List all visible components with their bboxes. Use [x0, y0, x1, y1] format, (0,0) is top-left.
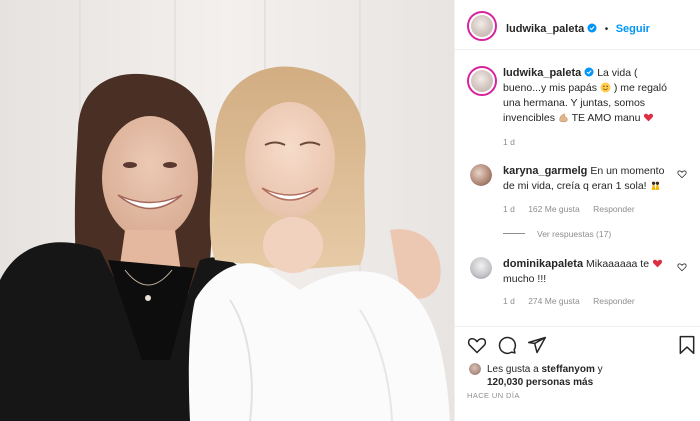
post-actions: Les gusta a steffanyom y 120,030 persona… — [455, 326, 700, 421]
likes-user[interactable]: steffanyom — [542, 364, 595, 375]
dancers-emoji-icon — [651, 181, 659, 190]
comment-username[interactable]: dominikapaleta — [503, 258, 583, 270]
heart-icon[interactable] — [467, 335, 487, 355]
comment-time[interactable]: 1 d — [503, 204, 515, 214]
reply-button[interactable]: Responder — [593, 296, 635, 306]
reply-button[interactable]: Responder — [593, 204, 635, 214]
likes-suffix: y — [597, 364, 603, 375]
likes-prefix: Les gusta a — [487, 364, 539, 375]
post-timestamp[interactable]: HACE UN DÍA — [467, 391, 520, 400]
comment-time[interactable]: 1 d — [503, 296, 515, 306]
avatar[interactable] — [467, 11, 497, 41]
likes-summary: Les gusta a steffanyom y 120,030 persona… — [487, 363, 603, 389]
comment-avatar[interactable] — [470, 164, 492, 186]
follow-button[interactable]: Seguir — [616, 23, 650, 35]
flexed-biceps-emoji-icon — [559, 113, 568, 123]
comment-avatar[interactable] — [470, 257, 492, 279]
caption-avatar[interactable] — [467, 66, 497, 96]
header-separator: • — [604, 24, 609, 35]
comment-icon[interactable] — [497, 335, 517, 355]
caption-meta: 1 d — [503, 137, 526, 147]
comment-likes[interactable]: 162 Me gusta — [528, 204, 580, 214]
view-replies-label: Ver respuestas (17) — [537, 229, 612, 239]
comment-text: karyna_garmelg En un momento de mi vida,… — [503, 164, 675, 194]
likes-count[interactable]: 120,030 personas más — [487, 377, 593, 388]
verified-icon — [584, 67, 594, 77]
liker-avatar[interactable] — [469, 363, 481, 375]
verified-icon — [587, 23, 597, 33]
comment-likes[interactable]: 274 Me gusta — [528, 296, 580, 306]
replies-divider — [503, 233, 525, 234]
comments-section[interactable]: ludwika_paleta La vida ( bueno...y mis p… — [455, 50, 700, 326]
view-replies-button[interactable]: Ver respuestas (17) — [503, 229, 611, 239]
comment-like-heart-icon[interactable] — [677, 169, 687, 179]
red-heart-emoji-icon — [644, 113, 654, 122]
comment-body-part1: Mikaaaaaa te — [586, 258, 650, 270]
post-panel: ludwika_paleta • Seguir ludwika_paleta L… — [454, 0, 700, 421]
smile-emoji-icon — [600, 82, 611, 93]
instagram-post: ludwika_paleta • Seguir ludwika_paleta L… — [0, 0, 700, 421]
caption-username[interactable]: ludwika_paleta — [503, 67, 581, 79]
comment-meta: 1 d 274 Me gusta Responder — [503, 296, 646, 306]
comment-username[interactable]: karyna_garmelg — [503, 165, 587, 177]
post-photo[interactable] — [0, 0, 454, 421]
post-header: ludwika_paleta • Seguir — [455, 0, 700, 50]
comment-meta: 1 d 162 Me gusta Responder — [503, 204, 646, 214]
comment-like-heart-icon[interactable] — [677, 262, 687, 272]
caption-part3: TE AMO manu — [571, 112, 641, 124]
comment-text: dominikapaleta Mikaaaaaa te mucho !!! — [503, 257, 675, 287]
red-heart-emoji-icon — [652, 259, 663, 268]
comment-body-part2: mucho !!! — [503, 273, 547, 285]
bookmark-icon[interactable] — [677, 335, 697, 355]
share-icon[interactable] — [527, 335, 547, 355]
header-username[interactable]: ludwika_paleta — [506, 23, 584, 35]
caption-text: ludwika_paleta La vida ( bueno...y mis p… — [503, 66, 675, 126]
caption-time[interactable]: 1 d — [503, 137, 515, 147]
